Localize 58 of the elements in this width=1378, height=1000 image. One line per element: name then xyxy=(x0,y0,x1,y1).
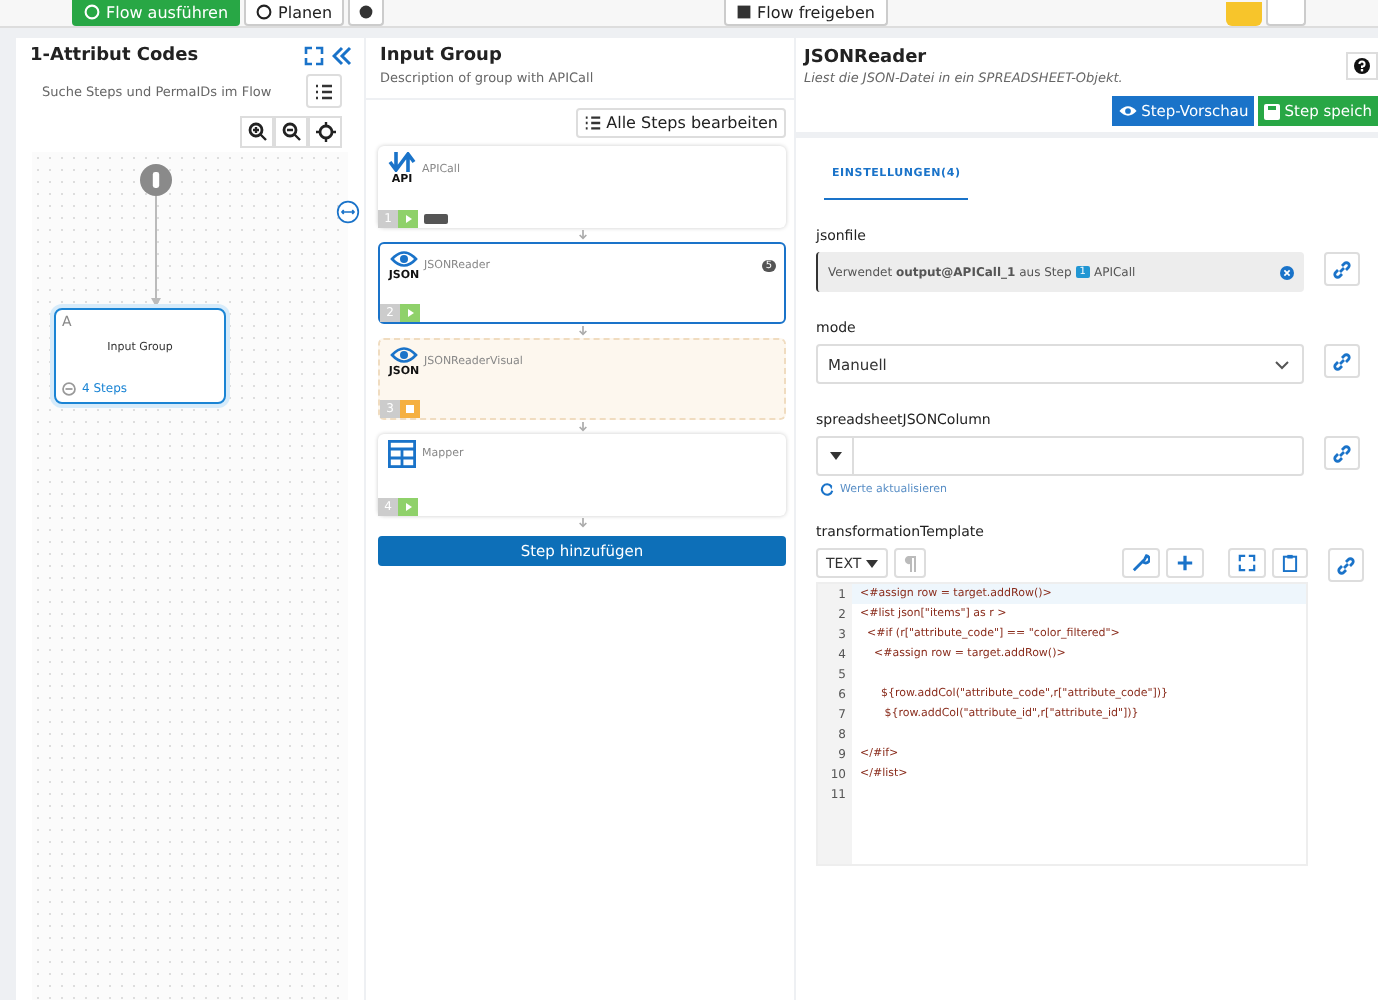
floppy-icon xyxy=(1264,103,1281,119)
caret-icon xyxy=(865,559,878,567)
expand-icon[interactable] xyxy=(304,46,324,66)
zoom-in-icon xyxy=(247,122,267,142)
expand-icon xyxy=(1238,554,1256,572)
pilcrow-icon xyxy=(903,555,916,571)
zoom-out-button[interactable] xyxy=(274,116,308,148)
caret-icon xyxy=(829,452,841,460)
eye-icon xyxy=(390,250,418,268)
list-icon xyxy=(314,81,334,101)
center-button[interactable] xyxy=(308,116,342,148)
step-title: JSONReader xyxy=(804,48,929,68)
globe-button[interactable] xyxy=(348,0,385,26)
link-button[interactable] xyxy=(1324,252,1360,286)
group-title: Input Group xyxy=(380,46,504,66)
zoom-in-button[interactable] xyxy=(240,116,274,148)
link-icon xyxy=(1332,443,1352,463)
question-icon xyxy=(1354,58,1370,74)
arrow-icon xyxy=(577,230,587,240)
arrow-icon xyxy=(577,326,587,336)
clipboard-icon xyxy=(1282,554,1298,572)
circle-icon xyxy=(84,4,100,20)
resize-handle-icon[interactable] xyxy=(336,200,360,224)
toolbar-button[interactable]: Planen xyxy=(244,0,345,26)
eye-icon xyxy=(390,346,418,364)
list-icon xyxy=(584,114,603,132)
clipboard-button[interactable] xyxy=(1272,548,1308,578)
start-node-icon[interactable] xyxy=(140,164,172,196)
plus-icon xyxy=(1176,554,1194,572)
link-icon xyxy=(1332,259,1352,279)
flow-title: 1-Attribut Codes xyxy=(30,46,199,66)
link-icon xyxy=(1332,351,1352,371)
link-button[interactable] xyxy=(1324,344,1360,378)
wrench-button[interactable] xyxy=(1122,548,1160,578)
chevron-icon xyxy=(1274,359,1290,369)
arrow-icon xyxy=(577,518,587,528)
toolbar-button[interactable]: Flow freigeben xyxy=(723,0,887,26)
list-button[interactable] xyxy=(306,74,342,108)
refresh-icon xyxy=(820,482,834,496)
edit-steps-button[interactable]: Alle Steps bearbeiten xyxy=(576,108,786,138)
table-icon xyxy=(388,440,416,468)
help-button[interactable] xyxy=(1346,52,1378,80)
collapse-icon[interactable] xyxy=(62,382,76,396)
arrows-icon xyxy=(388,152,416,172)
eye-icon xyxy=(1117,104,1138,118)
fullscreen-button[interactable] xyxy=(1228,548,1266,578)
wrench-icon xyxy=(1132,554,1150,572)
link-button[interactable] xyxy=(1324,436,1360,470)
collapse-icon[interactable] xyxy=(332,46,352,66)
link-button[interactable] xyxy=(1328,548,1364,582)
zoom-out-icon xyxy=(281,122,301,142)
connector-arrow xyxy=(150,196,162,308)
crosshair-icon xyxy=(315,122,335,142)
link-icon xyxy=(1336,555,1356,575)
clear-icon[interactable] xyxy=(1280,265,1294,279)
add-button[interactable] xyxy=(1166,548,1204,578)
circle-icon xyxy=(256,4,273,20)
arrow-icon xyxy=(577,422,587,432)
